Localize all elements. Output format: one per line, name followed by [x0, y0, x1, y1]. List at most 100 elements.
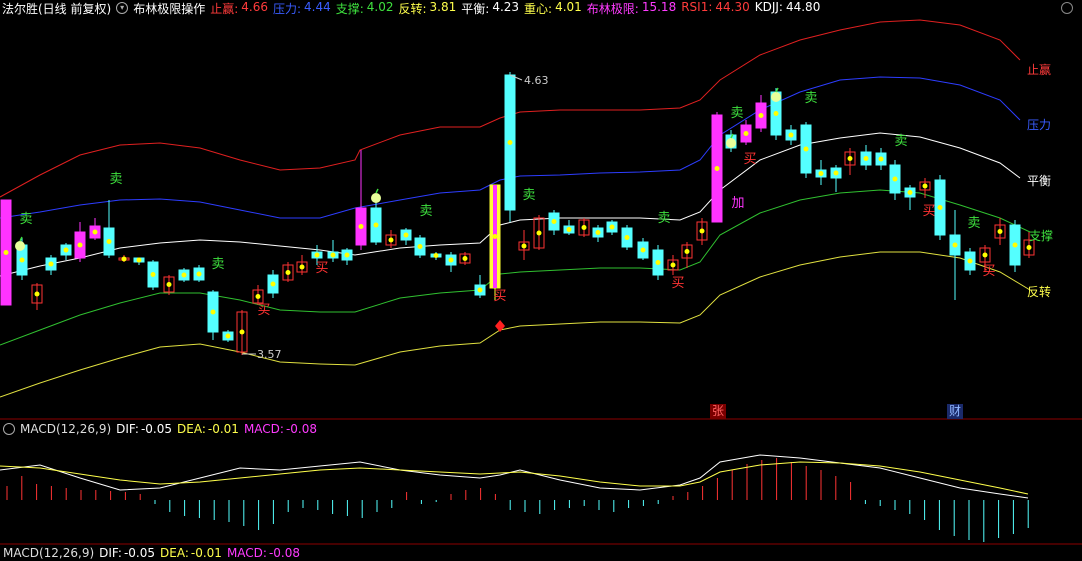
apple-icon	[726, 138, 736, 148]
center-dot	[670, 262, 676, 268]
macd-collapse-icon[interactable]	[3, 423, 15, 435]
center-dot	[1026, 245, 1032, 250]
signal-buy: 买	[743, 152, 756, 167]
center-dot	[373, 222, 379, 228]
center-dot	[655, 260, 661, 265]
signal-sell: 卖	[211, 257, 224, 272]
center-dot	[403, 232, 409, 238]
macd-label: MACD:	[243, 422, 284, 436]
center-dot	[106, 239, 112, 244]
signal-buy: 买	[671, 276, 684, 291]
center-dot	[773, 111, 779, 116]
center-dot	[314, 252, 320, 258]
signal-buy: 买	[493, 289, 506, 304]
signal-sell: 卖	[967, 216, 980, 231]
signal-buy: 买	[257, 303, 270, 318]
high-price-label: 4.63	[524, 74, 549, 87]
center-dot	[699, 228, 705, 234]
dea-label: DEA:	[177, 422, 206, 436]
dea2-value: -0.01	[190, 546, 222, 560]
dif-value: -0.05	[140, 422, 172, 436]
signal-sell: 卖	[19, 212, 32, 227]
diamond-marker-icon	[495, 320, 505, 332]
center-dot	[982, 252, 988, 258]
center-dot	[803, 146, 809, 152]
center-dot	[196, 271, 202, 277]
center-dot	[77, 242, 83, 248]
center-dot	[136, 257, 142, 263]
macd2-value: -0.08	[268, 546, 301, 560]
macd-header: MACD(12,26,9) DIF: -0.05 DEA: -0.01 MACD…	[0, 421, 322, 437]
center-dot	[448, 257, 454, 263]
center-dot	[48, 261, 54, 267]
signal-buy: 买	[982, 264, 995, 279]
signal-sell: 卖	[419, 204, 432, 219]
center-dot	[388, 237, 394, 243]
center-dot	[1012, 242, 1018, 248]
center-dot	[595, 230, 601, 235]
center-dot	[922, 183, 928, 189]
center-dot	[833, 170, 839, 176]
dif-label: DIF:	[116, 422, 139, 436]
center-dot	[640, 247, 646, 253]
center-dot	[967, 258, 973, 264]
center-dot	[417, 244, 423, 249]
band-label-stop-profit: 止赢	[1027, 63, 1052, 77]
dif2-value: -0.05	[123, 546, 155, 560]
signal-sell: 卖	[657, 211, 670, 226]
center-dot	[581, 225, 587, 230]
center-dot	[937, 205, 943, 210]
center-dot	[907, 190, 913, 195]
center-dot	[210, 309, 216, 315]
center-dot	[492, 234, 498, 239]
center-dot	[788, 132, 794, 138]
dif-line	[0, 454, 1029, 499]
signal-add: 加	[731, 196, 744, 211]
center-dot	[477, 287, 483, 293]
center-dot	[997, 229, 1003, 234]
macd-lines	[0, 454, 1029, 499]
center-dot	[609, 224, 615, 230]
center-dot	[818, 171, 824, 176]
band-label-support: 支撑	[1029, 229, 1054, 243]
center-dot	[34, 291, 40, 297]
signal-buy: 买	[315, 261, 328, 276]
center-dot	[863, 156, 869, 161]
event-marker-cai[interactable]: 财	[947, 404, 964, 419]
low-price-label: 3.57	[257, 348, 282, 361]
apple-stem-icon	[375, 188, 379, 194]
center-dot	[330, 252, 336, 258]
center-dot	[507, 140, 513, 145]
center-dot	[19, 257, 25, 263]
center-dot	[892, 176, 898, 182]
center-dot	[536, 230, 542, 236]
signal-buy: 买	[922, 204, 935, 219]
signal-sell: 卖	[522, 188, 535, 203]
center-dot	[684, 249, 690, 254]
center-dot	[758, 113, 764, 118]
center-dot	[624, 235, 630, 240]
band-label-balance: 平衡	[1027, 174, 1052, 188]
macd2-name: MACD(12,26,9)	[3, 546, 95, 560]
center-dot	[63, 247, 69, 253]
apple-icon	[771, 92, 781, 102]
center-dot	[239, 329, 245, 335]
center-dot	[551, 219, 557, 224]
event-marker-zhang[interactable]: 张	[710, 404, 727, 419]
center-dot	[521, 243, 527, 249]
signal-sell: 卖	[109, 172, 122, 187]
dea-value: -0.01	[207, 422, 239, 436]
center-dot	[92, 229, 98, 235]
dif2-label: DIF:	[99, 546, 122, 560]
band-label-reverse: 反转	[1027, 285, 1052, 299]
center-dot	[285, 270, 291, 275]
center-dot	[462, 256, 468, 261]
dea2-label: DEA:	[160, 546, 189, 560]
center-dot	[433, 253, 439, 258]
apple-icon	[371, 193, 381, 203]
center-dot	[714, 166, 720, 171]
macd-value: -0.08	[285, 422, 318, 436]
center-dot	[952, 242, 958, 248]
center-dot	[743, 131, 749, 136]
center-dot	[344, 252, 350, 258]
